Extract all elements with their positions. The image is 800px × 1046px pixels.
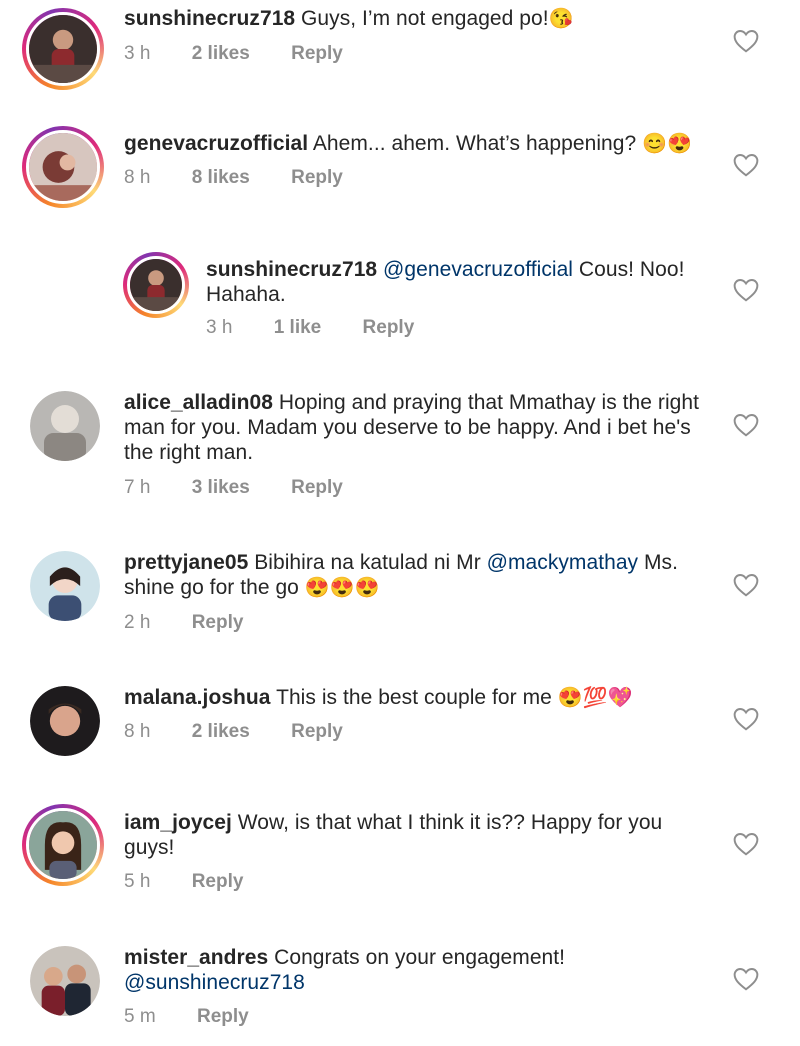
mention-link[interactable]: @sunshinecruz718	[124, 971, 305, 994]
comment-text: alice_alladin08 Hoping and praying that …	[124, 390, 714, 465]
comment-body: Ahem... ahem. What’s happening?	[312, 132, 637, 155]
comment-time: 3 h	[206, 317, 233, 338]
comment-meta: 5 h Reply	[124, 871, 279, 893]
avatar[interactable]	[30, 551, 100, 621]
reply-button[interactable]: Reply	[197, 1006, 249, 1027]
comment-time: 7 h	[124, 477, 151, 498]
comment-meta: 8 h 8 likes Reply	[124, 167, 379, 189]
heart-outline-icon[interactable]	[733, 573, 759, 597]
comment-likes[interactable]: 3 likes	[192, 477, 250, 498]
comment-username[interactable]: sunshinecruz718	[124, 7, 295, 30]
comment-body: Bibihira na katulad ni Mr	[254, 551, 481, 574]
avatar[interactable]	[30, 391, 100, 461]
comment-meta: 2 h Reply	[124, 612, 279, 634]
avatar[interactable]	[30, 686, 100, 756]
heart-outline-icon[interactable]	[733, 29, 759, 53]
reply-button[interactable]: Reply	[192, 612, 244, 633]
comment-username[interactable]: alice_alladin08	[124, 391, 273, 414]
reply-button[interactable]: Reply	[291, 167, 343, 188]
comment-text: genevacruzofficial Ahem... ahem. What’s …	[124, 131, 724, 157]
comment-meta: 7 h 3 likes Reply	[124, 477, 379, 499]
comment-text: prettyjane05 Bibihira na katulad ni Mr @…	[124, 550, 704, 601]
comment-time: 8 h	[124, 721, 151, 742]
comment-likes[interactable]: 2 likes	[192, 721, 250, 742]
emoji: 😘	[548, 8, 574, 30]
avatar[interactable]	[22, 126, 104, 208]
comment-username[interactable]: mister_andres	[124, 946, 268, 969]
comment-username[interactable]: sunshinecruz718	[206, 258, 377, 281]
reply-button[interactable]: Reply	[291, 43, 343, 64]
reply-button[interactable]: Reply	[363, 317, 415, 338]
comment-time: 2 h	[124, 612, 151, 633]
comment-likes[interactable]: 2 likes	[192, 43, 250, 64]
comment-meta: 8 h 2 likes Reply	[124, 721, 379, 743]
emoji: 😍😍😍	[304, 577, 380, 599]
reply-button[interactable]: Reply	[291, 477, 343, 498]
emoji: 😍💯💖	[557, 687, 633, 709]
comment-body: This is the best couple for me	[276, 686, 552, 709]
mention-link[interactable]: @genevacruzofficial	[383, 258, 573, 281]
comment-username[interactable]: genevacruzofficial	[124, 132, 308, 155]
comment-username[interactable]: malana.joshua	[124, 686, 271, 709]
mention-link[interactable]: @mackymathay	[487, 551, 638, 574]
reply-button[interactable]: Reply	[192, 871, 244, 892]
comment-meta: 3 h 1 like Reply	[206, 317, 450, 339]
comment-body: Guys, I’m not engaged po!	[301, 7, 549, 30]
comment-text: mister_andres Congrats on your engagemen…	[124, 945, 594, 995]
reply-button[interactable]: Reply	[291, 721, 343, 742]
heart-outline-icon[interactable]	[733, 707, 759, 731]
comment-time: 5 h	[124, 871, 151, 892]
avatar[interactable]	[123, 252, 189, 318]
comment-text: sunshinecruz718 Guys, I’m not engaged po…	[124, 6, 724, 32]
heart-outline-icon[interactable]	[733, 832, 759, 856]
comment-time: 5 m	[124, 1006, 156, 1027]
comment-text: sunshinecruz718 @genevacruzofficial Cous…	[206, 257, 686, 307]
comment-time: 8 h	[124, 167, 151, 188]
comment-meta: 3 h 2 likes Reply	[124, 43, 379, 65]
comment-username[interactable]: prettyjane05	[124, 551, 248, 574]
heart-outline-icon[interactable]	[733, 967, 759, 991]
avatar[interactable]	[22, 8, 104, 90]
heart-outline-icon[interactable]	[733, 278, 759, 302]
comment-meta: 5 m Reply	[124, 1006, 285, 1028]
avatar[interactable]	[22, 804, 104, 886]
emoji: 😊😍	[642, 133, 693, 155]
comment-text: malana.joshua This is the best couple fo…	[124, 685, 724, 711]
comment-time: 3 h	[124, 43, 151, 64]
heart-outline-icon[interactable]	[733, 413, 759, 437]
heart-outline-icon[interactable]	[733, 153, 759, 177]
comment-likes[interactable]: 8 likes	[192, 167, 250, 188]
comment-text: iam_joycej Wow, is that what I think it …	[124, 810, 694, 860]
avatar[interactable]	[30, 946, 100, 1016]
comment-username[interactable]: iam_joycej	[124, 811, 232, 834]
comment-likes[interactable]: 1 like	[274, 317, 322, 338]
comment-body: Congrats on your engagement!	[274, 946, 566, 969]
